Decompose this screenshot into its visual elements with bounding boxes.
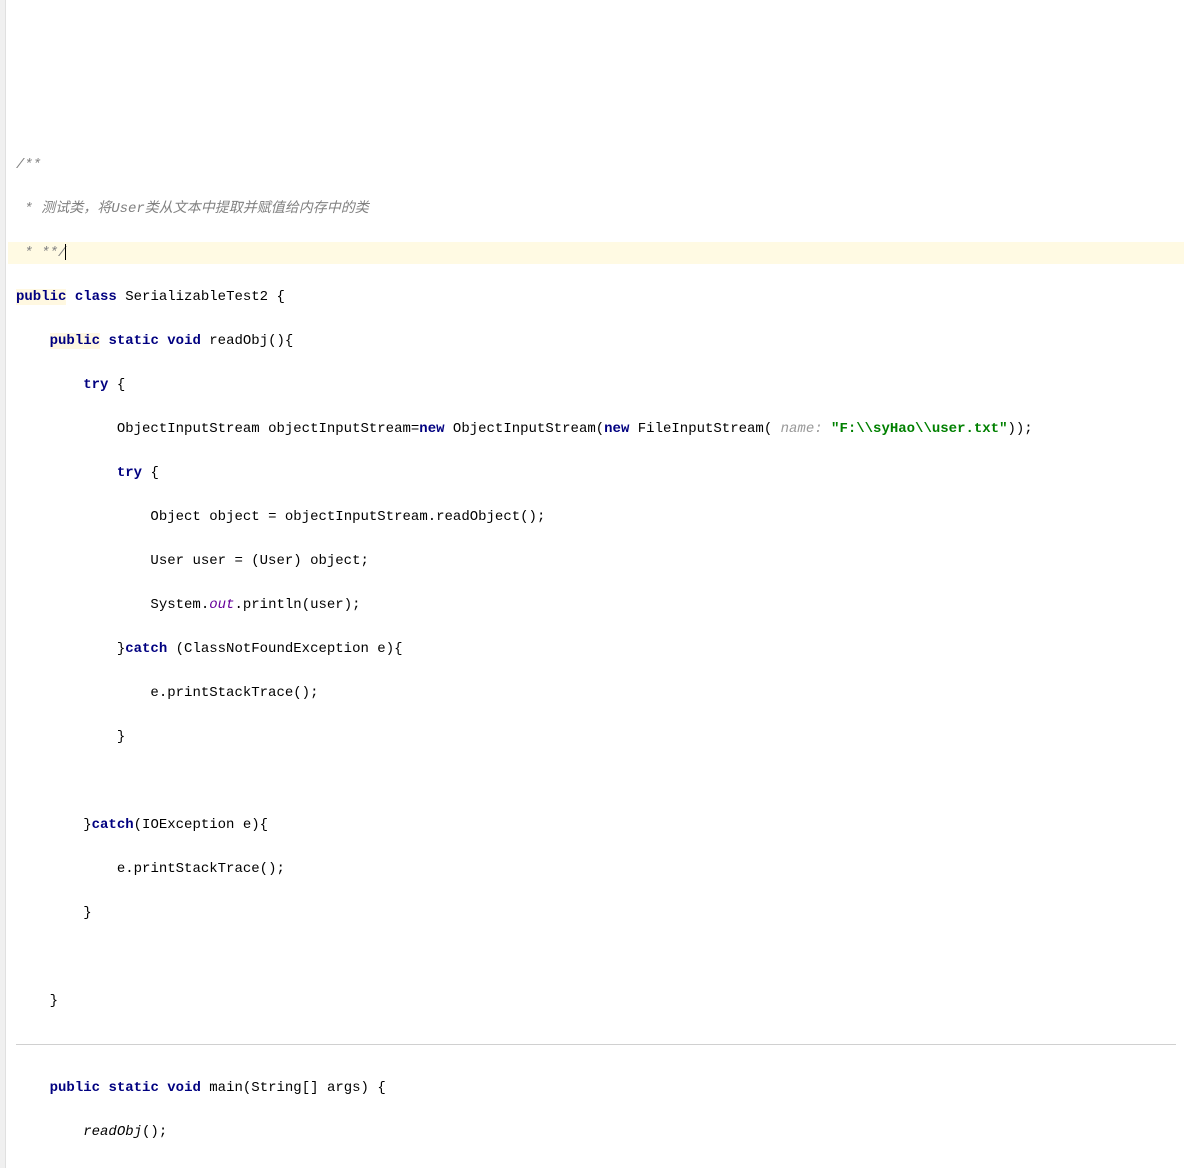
comment-end: * **/ <box>16 245 66 261</box>
keyword-new: new <box>419 421 444 437</box>
keyword-public: public <box>16 289 66 305</box>
variable: object <box>310 553 360 569</box>
keyword-new: new <box>604 421 629 437</box>
editor-gutter <box>0 0 6 1168</box>
variable: e <box>150 685 158 701</box>
comment-body: * 测试类，将User类从文本中提取并赋值给内存中的类 <box>16 201 369 217</box>
type: ClassNotFoundException <box>184 641 369 657</box>
type: ObjectInputStream <box>117 421 260 437</box>
variable: args <box>327 1080 361 1096</box>
type: String <box>251 1080 301 1096</box>
method-main: main <box>209 1080 243 1096</box>
keyword-class: class <box>75 289 117 305</box>
static-field: out <box>209 597 234 613</box>
keyword-void: void <box>167 333 201 349</box>
method-call: println <box>243 597 302 613</box>
keyword-void: void <box>167 1080 201 1096</box>
type: Object <box>150 509 200 525</box>
keyword-try: try <box>83 377 108 393</box>
variable: e <box>117 861 125 877</box>
class-name: SerializableTest2 <box>125 289 268 305</box>
type: FileInputStream <box>638 421 764 437</box>
variable: user <box>310 597 344 613</box>
keyword-static: static <box>108 333 158 349</box>
string-literal: "F:\\syHao\\user.txt" <box>831 421 1007 437</box>
variable: e <box>377 641 385 657</box>
method-call: readObject <box>436 509 520 525</box>
method-call: printStackTrace <box>167 685 293 701</box>
code-editor[interactable]: /** * 测试类，将User类从文本中提取并赋值给内存中的类 * **/ pu… <box>16 132 1176 1168</box>
keyword-public: public <box>50 1080 100 1096</box>
variable: e <box>243 817 251 833</box>
method-name: readObj <box>209 333 268 349</box>
type: ObjectInputStream <box>453 421 596 437</box>
keyword-catch: catch <box>92 817 134 833</box>
type: IOException <box>142 817 234 833</box>
variable: objectInputStream <box>268 421 411 437</box>
keyword-catch: catch <box>125 641 167 657</box>
type: System <box>150 597 200 613</box>
type: User <box>150 553 184 569</box>
variable: object <box>209 509 259 525</box>
method-call: printStackTrace <box>134 861 260 877</box>
variable: user <box>192 553 226 569</box>
keyword-static: static <box>108 1080 158 1096</box>
comment-start: /** <box>16 157 41 173</box>
keyword-try: try <box>117 465 142 481</box>
text-cursor <box>65 244 66 260</box>
param-hint: name: <box>781 421 823 437</box>
method-call: readObj <box>83 1124 142 1140</box>
keyword-public: public <box>50 333 100 349</box>
method-separator <box>16 1034 1176 1045</box>
variable: objectInputStream <box>285 509 428 525</box>
type: User <box>260 553 294 569</box>
